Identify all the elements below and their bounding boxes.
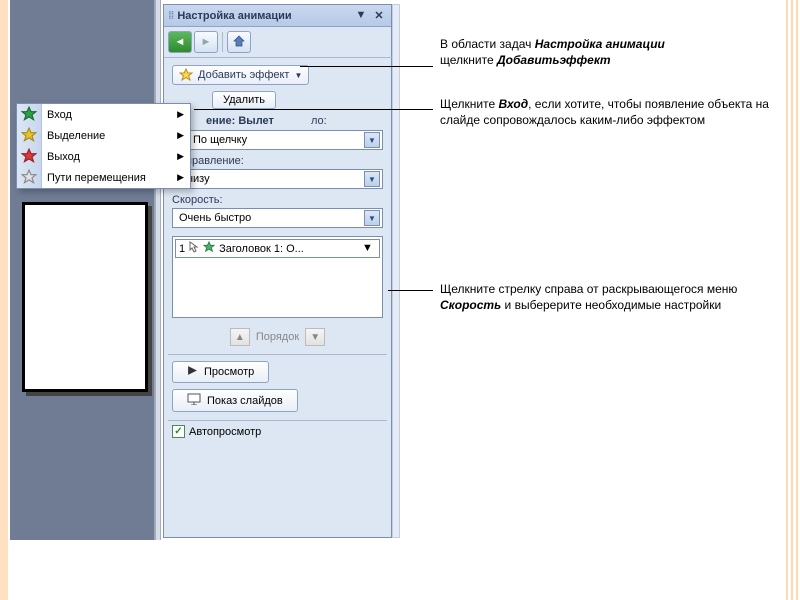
panel-menu-button[interactable]: ▼: [353, 9, 369, 23]
slideshow-button[interactable]: Показ слайдов: [172, 389, 298, 412]
home-icon: [233, 35, 245, 50]
remove-button[interactable]: Удалить: [212, 91, 276, 109]
submenu-exit[interactable]: Выход ▶: [17, 146, 190, 167]
effect-list-item[interactable]: 1 Заголовок 1: О... ▼: [175, 239, 380, 258]
direction-value: Снизу: [179, 173, 364, 185]
nav-back-button[interactable]: ◄: [168, 31, 192, 53]
grip-icon: ⁞⁞: [168, 10, 173, 22]
callout-1: В области задач Настройка анимации щелкн…: [440, 36, 770, 68]
close-icon[interactable]: ✕: [371, 9, 387, 23]
add-effect-label: Добавить эффект: [198, 69, 289, 81]
star-icon: [21, 148, 37, 164]
separator: [168, 354, 387, 355]
star-icon: [203, 241, 215, 256]
autopreview-row: ✓ Автопросмотр: [164, 421, 391, 442]
chevron-down-icon[interactable]: ▼: [364, 171, 380, 187]
submenu-label: Пути перемещения: [47, 172, 146, 184]
chevron-down-icon[interactable]: ▼: [364, 210, 380, 226]
chevron-down-icon[interactable]: ▼: [364, 132, 380, 148]
add-effect-submenu: Вход ▶ Выделение ▶ Выход ▶ Пути перемеще…: [16, 103, 191, 189]
direction-combo[interactable]: Снизу ▼: [172, 169, 383, 189]
submenu-label: Вход: [47, 109, 72, 121]
decorative-right-stripe: [786, 0, 800, 600]
mouse-icon: [189, 241, 199, 256]
submenu-label: Выход: [47, 151, 80, 163]
slide-thumbnail[interactable]: [22, 202, 148, 392]
order-controls: ▲ Порядок ▼: [164, 324, 391, 354]
nav-forward-button[interactable]: ►: [194, 31, 218, 53]
chevron-down-icon: ▼: [294, 71, 302, 80]
panel-title: Настройка анимации: [177, 10, 351, 22]
play-icon: [187, 365, 198, 379]
callout-3: Щелкните стрелку справа от раскрывающего…: [440, 281, 770, 313]
submenu-emphasis[interactable]: Выделение ▶: [17, 125, 190, 146]
submenu-motion-paths[interactable]: Пути перемещения ▶: [17, 167, 190, 188]
nav-toolbar: ◄ ►: [164, 27, 391, 57]
slide-thumbnail-area: [10, 0, 155, 540]
order-label: Порядок: [256, 331, 299, 343]
remove-label: Удалить: [223, 94, 265, 106]
nav-home-button[interactable]: [227, 31, 251, 53]
effect-list: 1 Заголовок 1: О... ▼: [172, 236, 383, 318]
star-icon: [21, 106, 37, 122]
move-down-button[interactable]: ▼: [305, 328, 325, 346]
preview-button[interactable]: Просмотр: [172, 361, 269, 383]
vertical-splitter[interactable]: [155, 0, 161, 540]
start-value: По щелчку: [193, 134, 364, 146]
change-effect-label: ение: Вылет: [206, 115, 274, 127]
speed-value: Очень быстро: [179, 212, 364, 224]
separator: [222, 32, 223, 52]
add-effect-button[interactable]: Добавить эффект ▼: [172, 65, 309, 85]
arrow-right-icon: ►: [201, 36, 212, 48]
chevron-right-icon: ▶: [177, 151, 184, 162]
callout-line: [388, 290, 433, 291]
star-icon: [21, 169, 37, 185]
submenu-label: Выделение: [47, 130, 105, 142]
callout-line: [300, 66, 433, 67]
chevron-right-icon: ▶: [177, 172, 184, 183]
star-icon: [21, 127, 37, 143]
callout-line: [194, 109, 433, 110]
chevron-right-icon: ▶: [177, 130, 184, 141]
arrow-left-icon: ◄: [175, 36, 186, 48]
decorative-left-stripe: [0, 0, 8, 600]
arrow-down-icon: ▼: [310, 332, 320, 343]
preview-label: Просмотр: [204, 366, 254, 378]
slideshow-icon: [187, 393, 201, 408]
move-up-button[interactable]: ▲: [230, 328, 250, 346]
speed-combo[interactable]: Очень быстро ▼: [172, 208, 383, 228]
panel-scrollbar[interactable]: [392, 4, 400, 538]
start-combo[interactable]: По щелчку ▼: [172, 130, 383, 150]
effect-target: Заголовок 1: О...: [219, 243, 358, 255]
autopreview-label: Автопросмотр: [189, 426, 261, 438]
animation-task-pane: ⁞⁞ Настройка анимации ▼ ✕ ◄ ► Добавить э…: [163, 4, 392, 538]
submenu-entrance[interactable]: Вход ▶: [17, 104, 190, 125]
autopreview-checkbox[interactable]: ✓: [172, 425, 185, 438]
chevron-right-icon: ▶: [177, 109, 184, 120]
arrow-up-icon: ▲: [235, 332, 245, 343]
slideshow-label: Показ слайдов: [207, 395, 283, 407]
start-label: ло:: [311, 115, 327, 127]
star-icon: [179, 68, 193, 82]
effect-index: 1: [179, 243, 185, 255]
chevron-down-icon[interactable]: ▼: [362, 242, 376, 256]
callout-2: Щелкните Вход, если хотите, чтобы появле…: [440, 96, 770, 128]
speed-label: Скорость:: [172, 194, 383, 206]
direction-label: Направление:: [172, 155, 383, 167]
